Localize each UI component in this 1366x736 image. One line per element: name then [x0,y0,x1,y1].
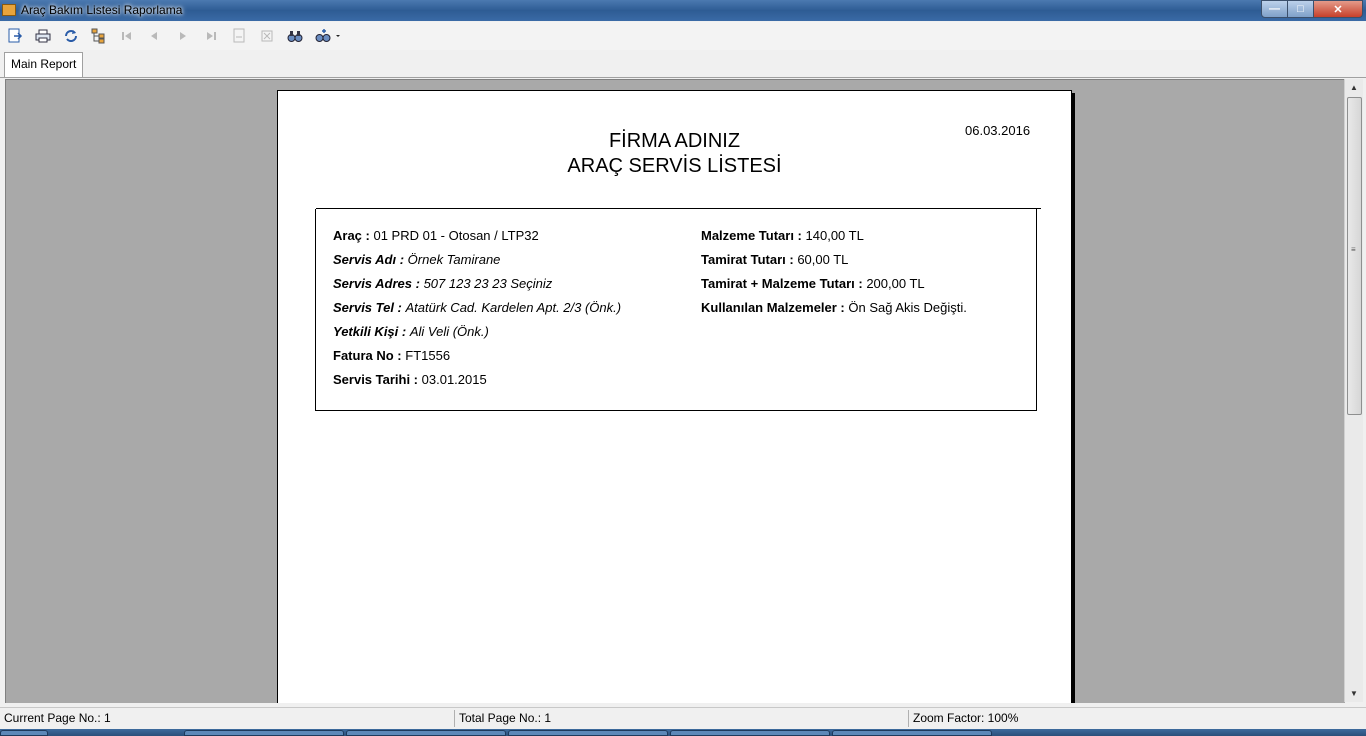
report-viewer[interactable]: 06.03.2016 FİRMA ADINIZ ARAÇ SERVİS LİST… [5,79,1345,703]
minimize-icon: — [1269,3,1280,15]
status-divider [908,710,909,727]
scroll-up-icon[interactable]: ▲ [1345,79,1363,96]
vertical-scrollbar[interactable]: ▲ ≡ ▼ [1344,79,1363,702]
scroll-down-icon[interactable]: ▼ [1345,685,1363,702]
field-malzeme-tutari: Malzeme Tutarı : 140,00 TL [701,228,864,243]
zoom-icon[interactable] [314,27,344,45]
field-yetkili-kisi: Yetkili Kişi : Ali Veli (Önk.) [333,324,489,339]
report-page: 06.03.2016 FİRMA ADINIZ ARAÇ SERVİS LİST… [277,90,1072,703]
next-page-icon[interactable] [174,27,192,45]
tab-strip: Main Report [0,50,1366,78]
field-servis-adres: Servis Adres : 507 123 23 23 Seçiniz [333,276,553,291]
field-servis-tel: Servis Tel : Atatürk Cad. Kardelen Apt. … [333,300,622,315]
export-icon[interactable] [6,27,24,45]
goto-page-icon[interactable] [230,27,248,45]
zoom-factor-status: Zoom Factor: 100% [913,711,1019,725]
current-page-status: Current Page No.: 1 [4,711,111,725]
app-icon [2,4,16,16]
field-arac: Araç : 01 PRD 01 - Otosan / LTP32 [333,228,539,243]
field-fatura-no: Fatura No : FT1556 [333,348,451,363]
minimize-button[interactable]: — [1261,0,1288,18]
close-icon: ✕ [1333,3,1343,16]
print-icon[interactable] [34,27,52,45]
maximize-button[interactable]: □ [1287,0,1314,18]
maximize-icon: □ [1297,3,1304,15]
report-subtitle: ARAÇ SERVİS LİSTESİ [567,155,782,177]
taskbar-item[interactable] [832,730,992,736]
field-servis-tarihi: Servis Tarihi : 03.01.2015 [333,372,487,387]
close-button[interactable]: ✕ [1313,0,1363,18]
find-icon[interactable] [286,27,304,45]
title-bar: Araç Bakım Listesi Raporlama — □ ✕ [0,0,1366,21]
field-servis-adi: Servis Adı : Örnek Tamirane [333,252,501,267]
field-toplam-tutar: Tamirat + Malzeme Tutarı : 200,00 TL [701,276,925,291]
window-title: Araç Bakım Listesi Raporlama [21,3,183,17]
field-kullanilan-malzemeler: Kullanılan Malzemeler : Ön Sağ Akis Deği… [701,300,967,315]
status-divider [454,710,455,727]
taskbar [0,729,1366,736]
group-tree-icon[interactable] [90,27,108,45]
refresh-icon[interactable] [62,27,80,45]
total-page-status: Total Page No.: 1 [459,711,552,725]
toolbar [0,22,1366,50]
tab-main-report[interactable]: Main Report [4,52,84,77]
taskbar-item[interactable] [184,730,344,736]
first-page-icon[interactable] [118,27,136,45]
field-tamirat-tutari: Tamirat Tutarı : 60,00 TL [701,252,849,267]
stop-icon[interactable] [258,27,276,45]
report-title: FİRMA ADINIZ [608,130,741,152]
taskbar-item[interactable] [508,730,668,736]
grip-icon: ≡ [1351,245,1356,254]
previous-page-icon[interactable] [145,27,163,45]
status-bar: Current Page No.: 1 Total Page No.: 1 Zo… [0,707,1366,730]
taskbar-item[interactable] [346,730,506,736]
taskbar-item[interactable] [670,730,830,736]
start-button[interactable] [0,730,48,736]
last-page-icon[interactable] [202,27,220,45]
scroll-thumb[interactable]: ≡ [1347,97,1362,415]
